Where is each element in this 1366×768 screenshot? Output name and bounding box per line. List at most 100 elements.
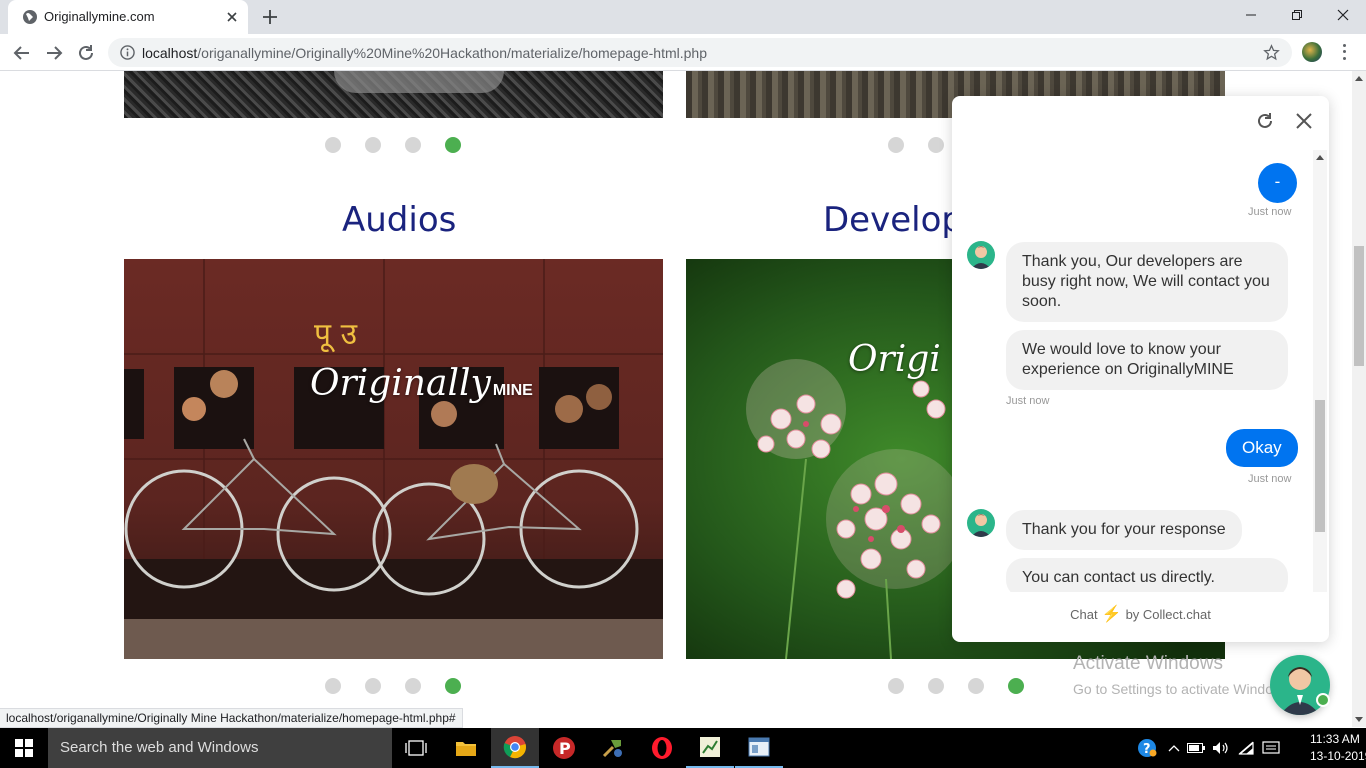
help-icon: ? [1138,739,1157,757]
chat-scroll-up-icon[interactable] [1316,155,1324,160]
chat-messages: - Just now Thank you, Our developers are… [952,150,1329,592]
back-arrow-icon [13,46,29,60]
section-title-audios: Audios [342,200,457,240]
url-text: localhost/origanallymine/Originally%20Mi… [142,45,707,61]
close-chat-icon[interactable] [1295,112,1313,130]
clock-date: 13-10-2019 [1310,749,1366,763]
carousel-dot[interactable] [365,137,381,153]
globe-icon [23,10,37,24]
bot-avatar-icon [967,509,995,537]
carousel-dot[interactable] [928,678,944,694]
carousel-dot[interactable] [888,137,904,153]
top-left-image[interactable] [124,71,663,118]
search-placeholder: Search the web and Windows [60,739,259,756]
task-view-button[interactable] [392,728,440,768]
carousel-dots-developers [888,678,1024,694]
refresh-icon[interactable] [1256,112,1274,130]
address-bar[interactable]: localhost/origanallymine/Originally%20Mi… [108,38,1292,67]
profile-avatar[interactable] [1302,42,1322,62]
battery-icon[interactable] [1186,738,1206,758]
back-button[interactable] [10,41,34,65]
browser-menu-icon[interactable] [1336,42,1352,62]
app-chart-button[interactable] [686,728,734,768]
reload-icon [79,45,93,60]
start-button[interactable] [0,728,48,768]
carousel-dot-active[interactable] [445,678,461,694]
taskbar-search[interactable]: Search the web and Windows [48,728,392,768]
carousel-dot-active[interactable] [1008,678,1024,694]
activate-windows-subtitle: Go to Settings to activate Windows. [1073,681,1294,697]
info-icon[interactable] [120,45,135,60]
carousel-dot-active[interactable] [445,137,461,153]
restore-icon [1292,10,1302,20]
user-message: - [1258,163,1297,203]
bot-message: You can contact us directly. [1006,558,1288,592]
browser-toolbar: localhost/origanallymine/Originally%20Mi… [0,34,1366,71]
chart-app-icon [700,737,720,757]
reload-button[interactable] [74,41,98,65]
carousel-dots-audios [325,678,461,694]
new-tab-icon[interactable] [260,7,280,27]
forward-button[interactable] [42,41,66,65]
scroll-thumb[interactable] [1354,246,1364,366]
watermark-logo-partial: Origi [848,339,941,380]
chat-widget: - Just now Thank you, Our developers are… [952,96,1329,642]
tray-expand-icon[interactable] [1164,738,1184,758]
carousel-dot[interactable] [405,678,421,694]
page-scrollbar[interactable] [1352,71,1366,727]
windows-logo-icon [15,739,33,757]
system-clock[interactable]: 11:33 AM 13-10-2019 [1310,731,1366,765]
message-timestamp: Just now [1248,473,1292,485]
carousel-dot[interactable] [365,678,381,694]
bot-avatar [967,241,995,269]
file-explorer-button[interactable] [442,728,490,768]
online-status-dot [1316,693,1330,707]
p-app-icon: P [553,737,575,759]
bookmark-star-icon[interactable] [1263,44,1280,61]
browser-tab[interactable]: Originallymine.com [8,0,248,34]
opera-button[interactable] [638,728,686,768]
browser-tabstrip: Originallymine.com [0,0,1366,34]
carousel-dots-top-left [325,137,461,153]
scroll-up-arrow-icon[interactable] [1355,76,1363,81]
close-tab-icon[interactable] [224,9,240,25]
app-p-button[interactable]: P [540,728,588,768]
chrome-icon [503,736,526,759]
carousel-dot[interactable] [928,137,944,153]
carousel-dot[interactable] [968,678,984,694]
forward-arrow-icon [47,46,63,60]
wifi-icon[interactable] [1236,738,1256,758]
carousel-dot[interactable] [888,678,904,694]
window-app-icon [748,737,770,757]
volume-icon[interactable] [1211,738,1231,758]
chat-scrollbar[interactable] [1313,150,1327,592]
bot-message: Thank you, Our developers are busy right… [1006,242,1288,322]
audios-image[interactable]: पू उ Originally MINE [124,259,663,659]
chat-footer: Chat ⚡ by Collect.chat [952,604,1329,624]
tools-icon [602,740,622,758]
bot-avatar [967,509,995,537]
url-host: localhost [142,45,198,61]
chat-footer-label: Chat [1070,607,1098,622]
restore-button[interactable] [1274,0,1320,30]
close-window-button[interactable] [1320,0,1366,30]
carousel-dot[interactable] [325,137,341,153]
message-timestamp: Just now [1248,206,1292,218]
app-window-button[interactable] [735,728,783,768]
collect-chat-link[interactable]: by Collect.chat [1126,607,1211,622]
user-message: Okay [1226,429,1298,467]
folder-icon [456,742,476,756]
opera-icon [652,737,672,759]
carousel-dot[interactable] [325,678,341,694]
chrome-button[interactable] [491,728,539,768]
minimize-button[interactable] [1228,0,1274,30]
minimize-icon [1246,14,1256,16]
help-tray-icon[interactable]: ? [1137,738,1157,758]
scroll-down-arrow-icon[interactable] [1355,717,1363,722]
svg-text:?: ? [1143,742,1151,757]
app-tools-button[interactable] [589,728,637,768]
chat-scroll-thumb[interactable] [1315,400,1325,532]
keyboard-icon[interactable] [1261,738,1281,758]
task-view-icon [405,740,427,756]
carousel-dot[interactable] [405,137,421,153]
